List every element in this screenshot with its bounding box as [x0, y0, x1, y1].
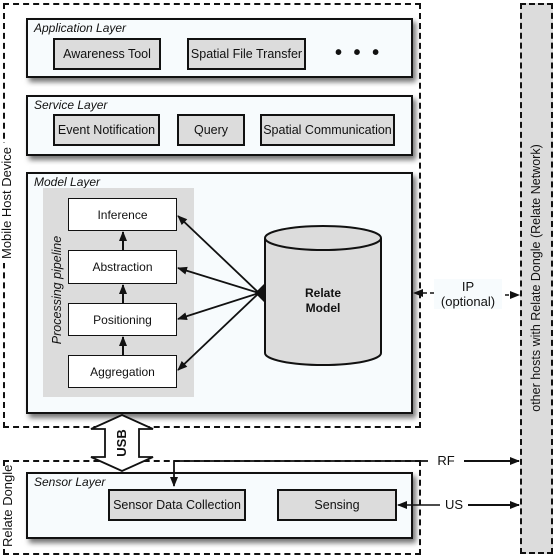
service-layer-title: Service Layer [34, 98, 108, 112]
sensing-box[interactable]: Sensing [277, 489, 397, 521]
relate-model-line1: Relate [304, 286, 342, 300]
ip-label-line2: (optional) [440, 294, 496, 309]
positioning-label: Positioning [93, 312, 152, 327]
processing-pipeline-label: Processing pipeline [50, 235, 64, 345]
us-link-label: US [441, 497, 467, 512]
event-notification-label: Event Notification [57, 123, 156, 137]
awareness-tool-box[interactable]: Awareness Tool [53, 38, 161, 70]
sensor-layer-title: Sensor Layer [34, 475, 106, 489]
pipeline-stage-inference[interactable]: Inference [68, 198, 177, 231]
spatial-file-transfer-label: Spatial File Transfer [190, 47, 303, 61]
sensor-data-collection-label: Sensor Data Collection [113, 498, 241, 512]
spatial-file-transfer-box[interactable]: Spatial File Transfer [187, 38, 306, 70]
pipeline-stage-abstraction[interactable]: Abstraction [68, 250, 177, 284]
inference-label: Inference [97, 207, 148, 222]
more-items-ellipsis: • • • [335, 42, 383, 64]
sensing-label: Sensing [314, 498, 360, 512]
spatial-communication-box[interactable]: Spatial Communication [260, 114, 395, 146]
relate-model-label[interactable]: Relate Model [290, 286, 356, 316]
ip-label-line1: IP [461, 279, 475, 294]
abstraction-label: Abstraction [92, 260, 153, 274]
relate-dongle-label: Relate Dongle [0, 464, 16, 547]
pipeline-stage-positioning[interactable]: Positioning [68, 303, 177, 336]
pipeline-stage-aggregation[interactable]: Aggregation [68, 355, 177, 388]
query-box[interactable]: Query [177, 114, 245, 146]
sensor-data-collection-box[interactable]: Sensor Data Collection [108, 489, 246, 521]
model-layer-title: Model Layer [34, 175, 101, 189]
mobile-host-device-label: Mobile Host Device [0, 143, 15, 263]
aggregation-label: Aggregation [90, 364, 155, 379]
relate-model-line2: Model [305, 301, 341, 315]
ip-link-label: IP (optional) [434, 279, 502, 309]
spatial-communication-label: Spatial Communication [263, 123, 392, 137]
other-hosts-label: other hosts with Relate Dongle (Relate N… [529, 144, 543, 412]
rf-link-label: RF [431, 453, 461, 468]
application-layer-title: Application Layer [34, 21, 127, 35]
usb-label: USB [114, 429, 129, 457]
event-notification-box[interactable]: Event Notification [53, 114, 160, 146]
awareness-tool-label: Awareness Tool [63, 47, 151, 61]
query-label: Query [193, 123, 229, 137]
